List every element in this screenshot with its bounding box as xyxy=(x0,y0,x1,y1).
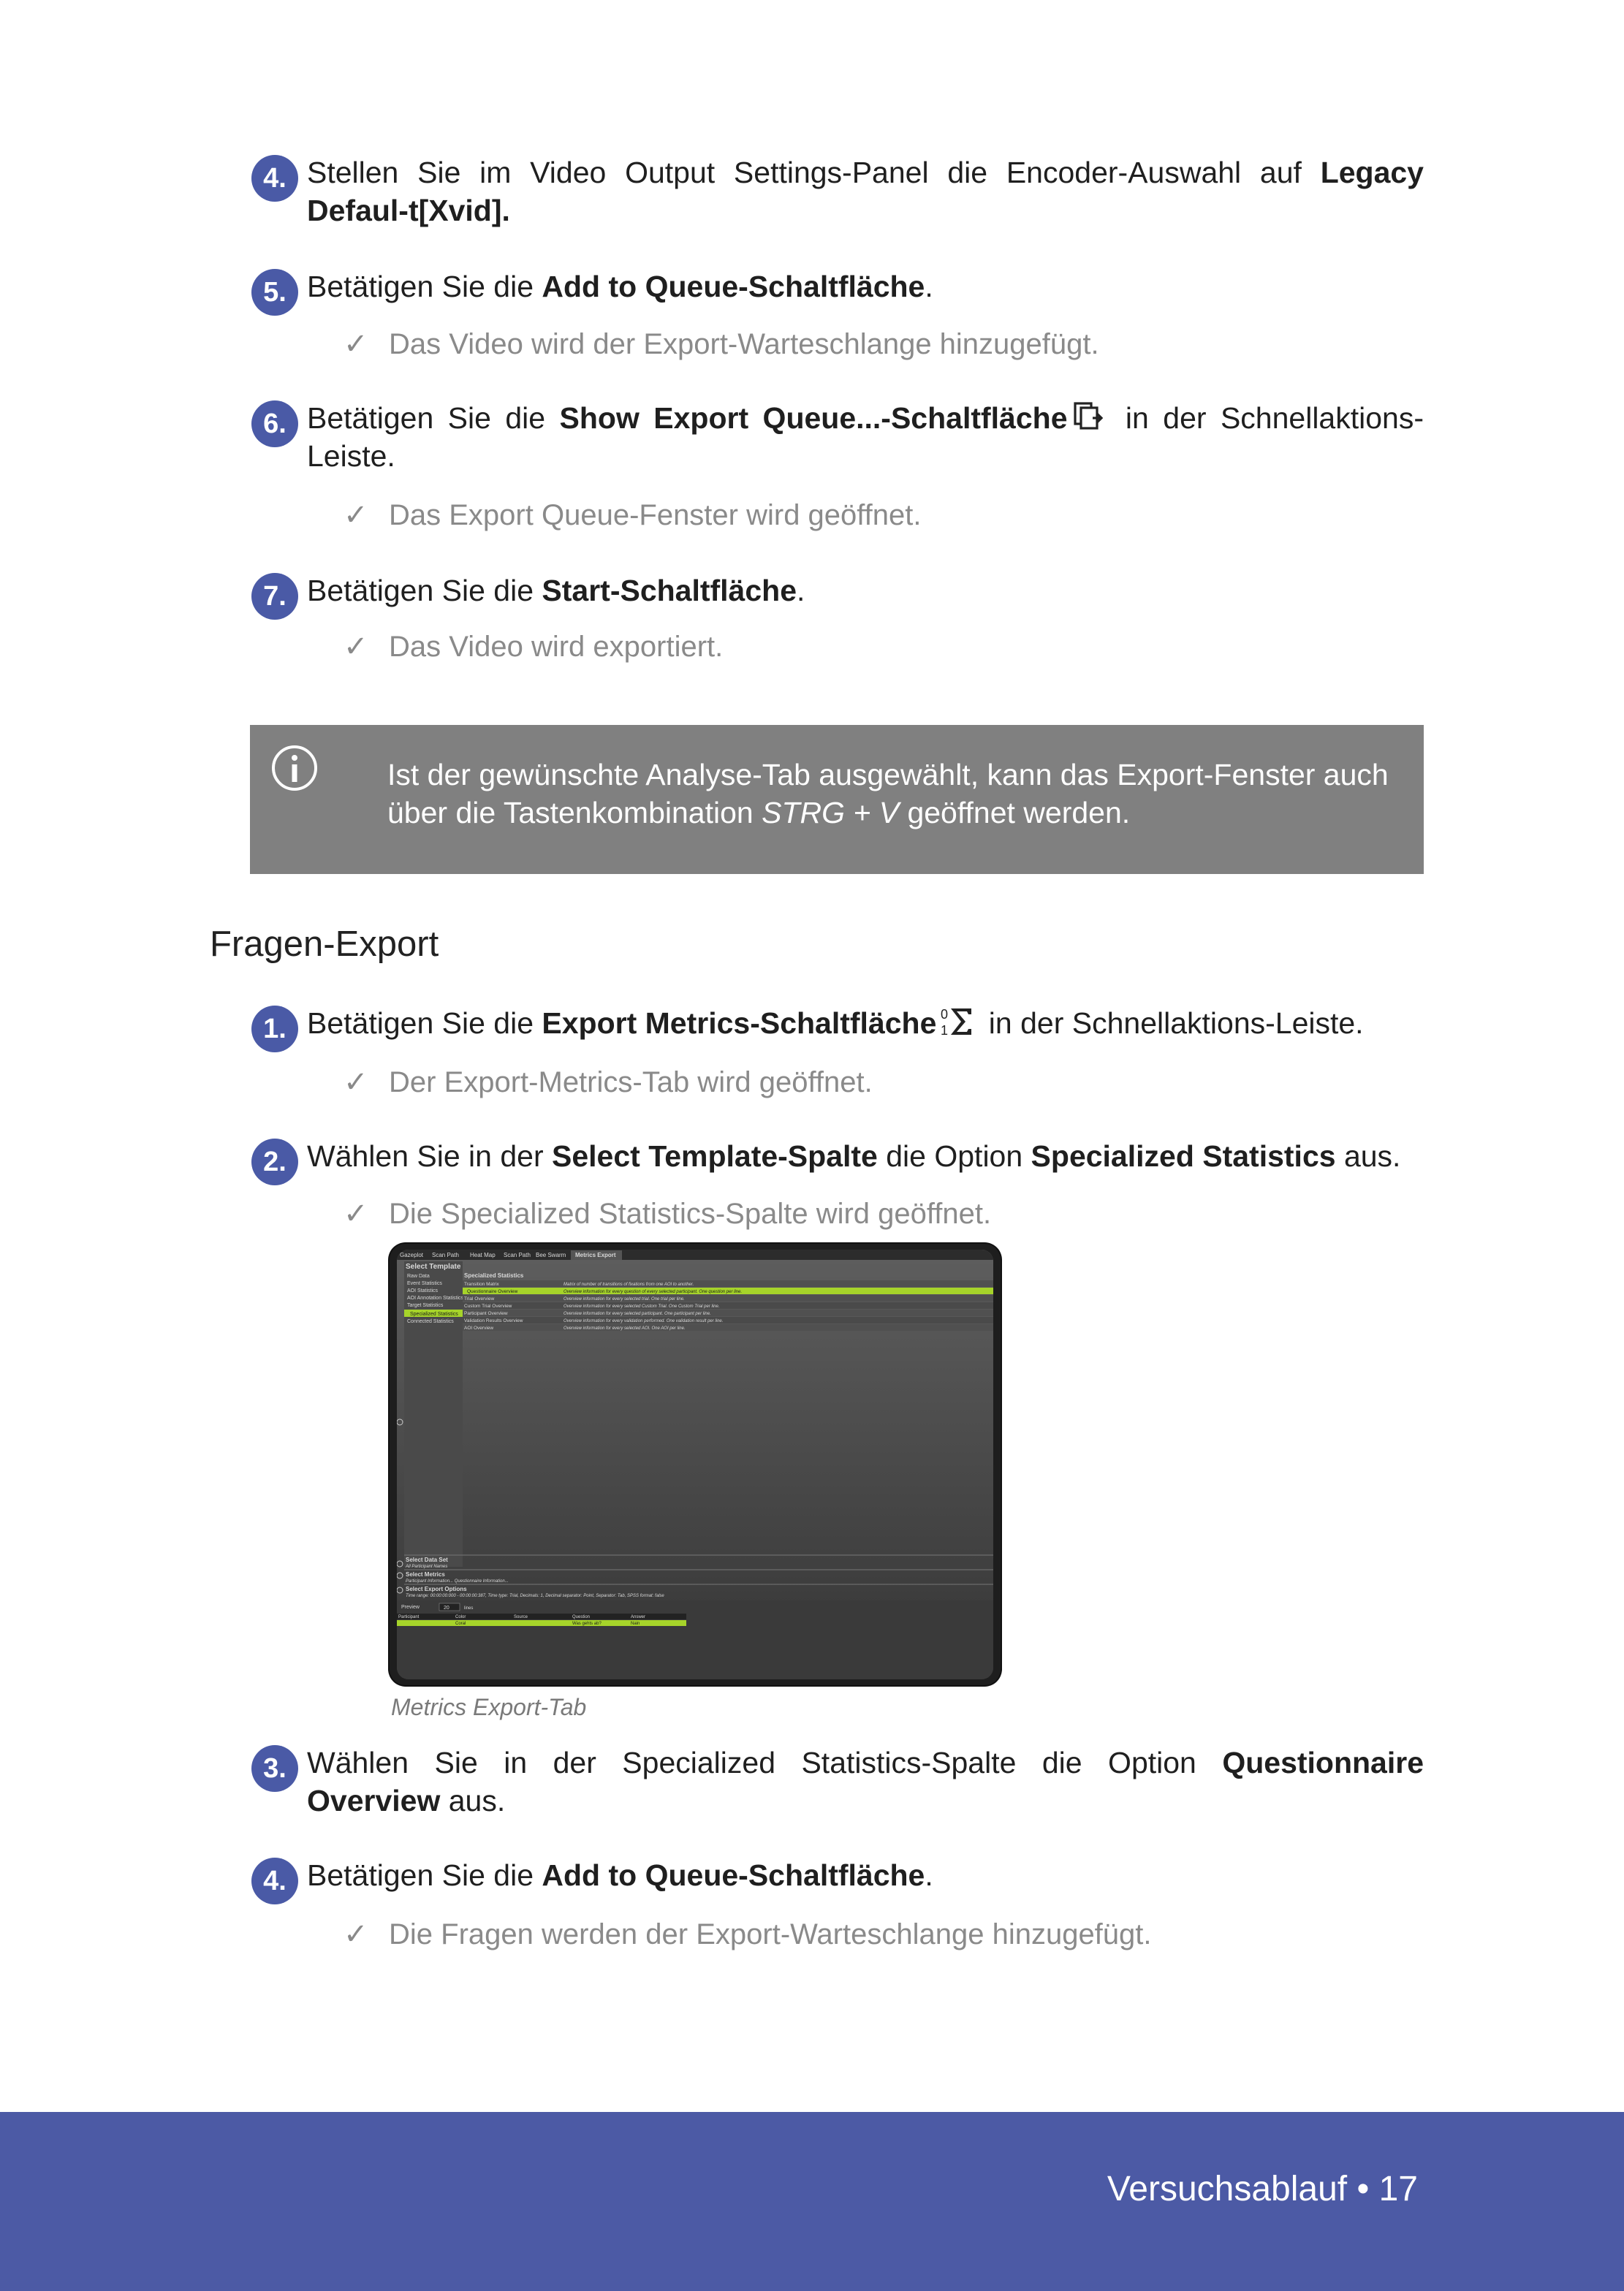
step-6-video: 6. Betätigen Sie die Show Export Queue..… xyxy=(251,399,1424,475)
step-text: Stellen Sie im Video Output Settings-Pan… xyxy=(307,156,1424,227)
step-6-result: ✓ Das Export Queue-Fenster wird geöffnet… xyxy=(344,497,922,533)
checkmark-icon: ✓ xyxy=(344,1918,368,1950)
step-text: Betätigen Sie die Add to Queue-Schaltflä… xyxy=(307,1858,933,1892)
step-number-badge: 3. xyxy=(251,1745,298,1792)
checkmark-icon: ✓ xyxy=(344,631,368,663)
step-text: Betätigen Sie die Add to Queue-Schaltflä… xyxy=(307,270,933,303)
step-2-questions: 2. Wählen Sie in der Select Template-Spa… xyxy=(251,1137,1424,1185)
screenshot-stat-name: AOI Overview xyxy=(464,1326,493,1331)
step-4-questions: 4. Betätigen Sie die Add to Queue-Schalt… xyxy=(251,1856,1424,1904)
screenshot-stat-desc: Overview information for every validatio… xyxy=(564,1319,723,1323)
screenshot-preview-col: Question xyxy=(572,1615,590,1619)
screenshot-preview-col: Source xyxy=(514,1615,528,1619)
step-number-badge: 4. xyxy=(251,1858,298,1904)
step-2-result: ✓ Die Specialized Statistics-Spalte wird… xyxy=(344,1196,991,1232)
step-1-result: ✓ Der Export-Metrics-Tab wird geöffnet. xyxy=(344,1064,873,1101)
step-number-badge: 4. xyxy=(251,155,298,202)
screenshot-stat-desc-selected: Overview information for every question … xyxy=(564,1290,742,1294)
page-footer-text: Versuchsablauf • 17 xyxy=(1107,2170,1418,2208)
checkmark-icon: ✓ xyxy=(344,499,368,531)
export-metrics-icon: 01 xyxy=(941,1007,972,1038)
screenshot-stat-name: Validation Results Overview xyxy=(464,1318,523,1323)
note-text: Ist der gewünschte Analyse-Tab ausgewähl… xyxy=(387,758,1389,829)
screenshot-data-set-title: Select Data Set xyxy=(406,1557,448,1563)
step-4-video: 4. Stellen Sie im Video Output Settings-… xyxy=(251,153,1424,229)
step-number-badge: 5. xyxy=(251,269,298,316)
step-text: Betätigen Sie die Export Metrics-Schaltf… xyxy=(307,1004,1424,1042)
metrics-export-screenshot: Gazeplot Scan Path Heat Map Scan Path Be… xyxy=(390,1244,1001,1685)
info-icon xyxy=(272,745,317,791)
screenshot-tab: Gazeplot xyxy=(400,1252,424,1258)
screenshot-stat-desc: Overview information for every selected … xyxy=(564,1312,711,1316)
screenshot-template-item-selected: Specialized Statistics xyxy=(410,1312,458,1317)
step-text: Wählen Sie in der Select Template-Spalte… xyxy=(307,1139,1401,1173)
section-heading: Fragen-Export xyxy=(210,924,439,964)
step-number-badge: 6. xyxy=(251,400,298,447)
screenshot-stat-name: Trial Overview xyxy=(464,1296,495,1302)
step-text: Betätigen Sie die Start-Schaltfläche. xyxy=(307,574,805,607)
step-3-questions: 3. Wählen Sie in der Specialized Statist… xyxy=(251,1744,1424,1820)
screenshot-template-item: AOI Annotation Statistics xyxy=(407,1296,464,1301)
screenshot-stat-name-selected: Questionnaire Overview xyxy=(467,1289,518,1294)
screenshot-stat-desc: Matrix of number of transitions of fixat… xyxy=(564,1283,694,1287)
step-4-result: ✓ Die Fragen werden der Export-Warteschl… xyxy=(344,1916,1152,1953)
step-number-badge: 1. xyxy=(251,1006,298,1052)
screenshot-preview-cell: Nain xyxy=(631,1622,640,1626)
screenshot-preview-label: Preview xyxy=(401,1605,420,1610)
step-text: Betätigen Sie die Show Export Queue...-S… xyxy=(307,399,1424,475)
screenshot-template-title: Select Template xyxy=(406,1263,461,1271)
screenshot-template-item: Connected Statistics xyxy=(407,1319,454,1324)
screenshot-stat-desc: Overview information for every selected … xyxy=(564,1326,686,1331)
screenshot-caption: Metrics Export-Tab xyxy=(391,1694,587,1720)
screenshot-preview-lines-label: lines xyxy=(464,1606,473,1611)
step-7-result: ✓ Das Video wird exportiert. xyxy=(344,628,723,665)
screenshot-tab: Scan Path xyxy=(504,1252,531,1258)
step-number-badge: 2. xyxy=(251,1139,298,1185)
screenshot-stat-name: Transition Matrix xyxy=(464,1282,500,1287)
screenshot-stat-name: Participant Overview xyxy=(464,1311,508,1316)
screenshot-stat-name: Custom Trial Overview xyxy=(464,1304,512,1309)
screenshot-metrics-title: Select Metrics xyxy=(406,1571,445,1578)
info-note: Ist der gewünschte Analyse-Tab ausgewähl… xyxy=(250,725,1424,874)
step-text: Wählen Sie in der Specialized Statistics… xyxy=(307,1746,1424,1817)
step-5-result: ✓ Das Video wird der Export-Warteschlang… xyxy=(344,326,1099,362)
screenshot-data-set-value: All Participant Names xyxy=(405,1565,447,1569)
screenshot-options-title: Select Export Options xyxy=(406,1586,467,1592)
screenshot-preview-lines: 20 xyxy=(444,1606,449,1611)
screenshot-preview-cell: Coral xyxy=(455,1622,466,1626)
screenshot-tab: Heat Map xyxy=(470,1252,496,1258)
svg-text:0: 0 xyxy=(941,1007,948,1022)
step-7-video: 7. Betätigen Sie die Start-Schaltfläche. xyxy=(251,571,1424,620)
screenshot-template-item: Event Statistics xyxy=(407,1281,442,1286)
export-queue-icon xyxy=(1073,402,1103,430)
svg-text:1: 1 xyxy=(941,1023,948,1038)
screenshot-stats-title: Specialized Statistics xyxy=(464,1272,524,1279)
screenshot-preview-col: Answer xyxy=(631,1615,645,1619)
checkmark-icon: ✓ xyxy=(344,1066,368,1098)
screenshot-tab-active: Metrics Export xyxy=(575,1252,616,1258)
screenshot-options-value: Time range: 00:00:00:000 - 00:00:00:387,… xyxy=(406,1594,664,1598)
step-number-badge: 7. xyxy=(251,573,298,620)
step-1-questions: 1. Betätigen Sie die Export Metrics-Scha… xyxy=(251,1004,1424,1052)
screenshot-tab: Bee Swarm xyxy=(536,1252,566,1258)
screenshot-metrics-value: Participant Information... Questionnaire… xyxy=(406,1579,509,1584)
screenshot-preview-col: Color xyxy=(455,1615,466,1619)
screenshot-template-item: Raw Data xyxy=(407,1274,430,1279)
screenshot-stats-table: Transition Matrix Matrix of number of tr… xyxy=(463,1280,993,1331)
checkmark-icon: ✓ xyxy=(344,328,368,360)
step-5-video: 5. Betätigen Sie die Add to Queue-Schalt… xyxy=(251,267,1424,316)
screenshot-template-item: Target Statistics xyxy=(407,1303,444,1308)
screenshot-stat-desc: Overview information for every selected … xyxy=(564,1304,720,1309)
screenshot-template-item: AOI Statistics xyxy=(407,1288,439,1293)
metrics-export-screenshot-image: Gazeplot Scan Path Heat Map Scan Path Be… xyxy=(397,1250,993,1679)
screenshot-tab: Scan Path xyxy=(432,1252,459,1258)
screenshot-stat-desc: Overview information for every selected … xyxy=(564,1297,685,1302)
screenshot-preview-cell: Was gehts ab? xyxy=(572,1622,602,1626)
checkmark-icon: ✓ xyxy=(344,1198,368,1230)
screenshot-preview-col: Participant xyxy=(398,1615,420,1619)
